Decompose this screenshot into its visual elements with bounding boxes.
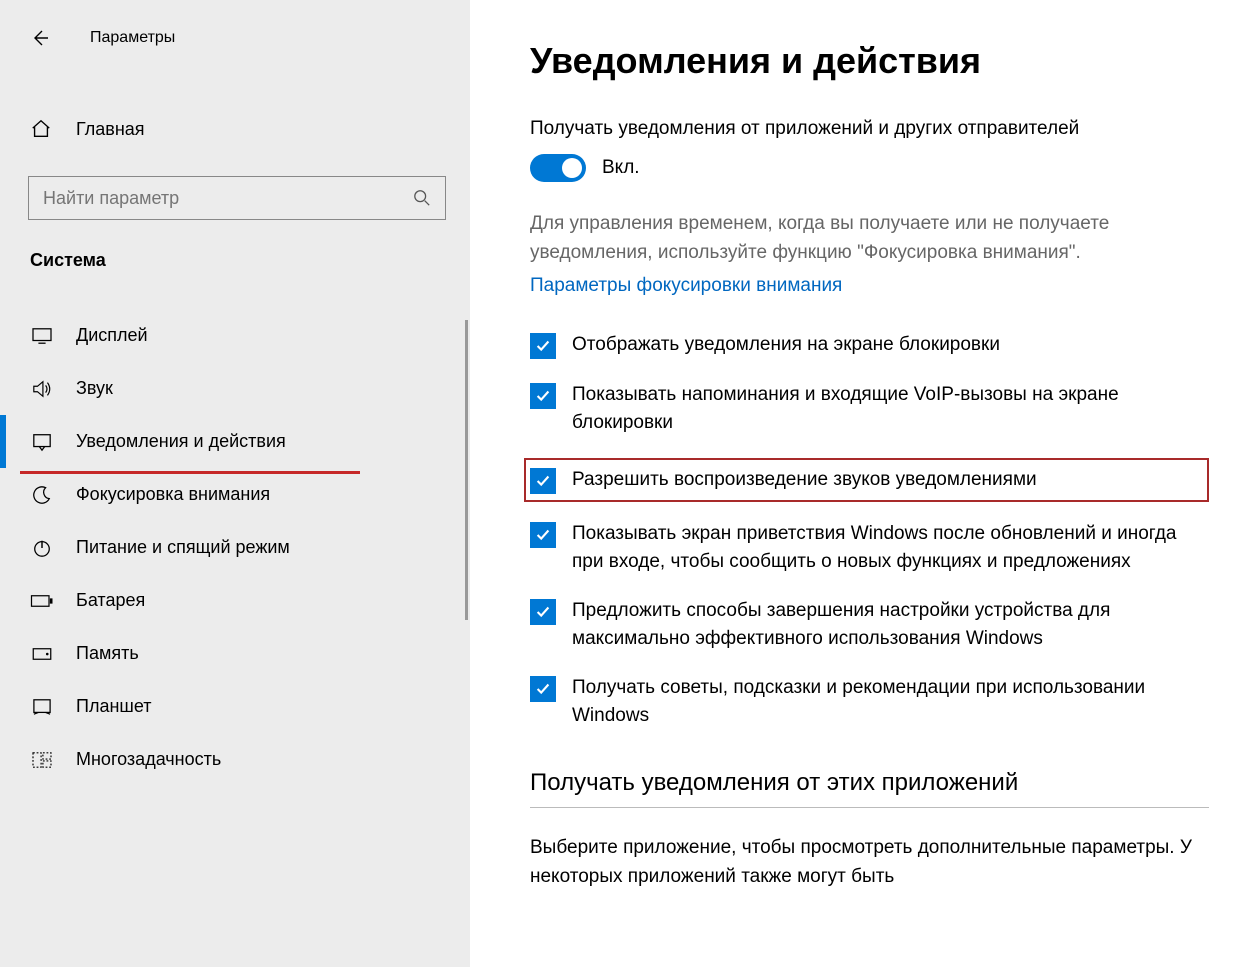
nav-power[interactable]: Питание и спящий режим <box>0 521 470 574</box>
notifications-toggle[interactable] <box>530 154 586 182</box>
nav-label: Многозадачность <box>76 749 221 770</box>
notifications-toggle-block: Получать уведомления от приложений и дру… <box>530 118 1209 182</box>
back-button[interactable] <box>20 18 60 58</box>
checkbox[interactable] <box>530 599 556 625</box>
scrollbar[interactable] <box>465 320 468 620</box>
home-nav[interactable]: Главная <box>0 108 470 150</box>
checkbox-label: Получать советы, подсказки и рекомендаци… <box>572 674 1209 729</box>
search-box[interactable] <box>28 176 446 220</box>
nav-multitask[interactable]: Многозадачность <box>0 733 470 786</box>
nav-label: Фокусировка внимания <box>76 484 270 505</box>
multitask-icon <box>30 751 54 769</box>
nav-label: Питание и спящий режим <box>76 537 290 558</box>
nav-sound[interactable]: Звук <box>0 362 470 415</box>
toggle-title: Получать уведомления от приложений и дру… <box>530 118 1209 140</box>
sound-icon <box>30 379 54 399</box>
checkbox-welcome: Показывать экран приветствия Windows пос… <box>530 520 1209 575</box>
nav-battery[interactable]: Батарея <box>0 574 470 627</box>
nav-label: Уведомления и действия <box>76 431 286 452</box>
checkbox-tips: Получать советы, подсказки и рекомендаци… <box>530 674 1209 729</box>
checkbox-list: Отображать уведомления на экране блокиро… <box>530 331 1209 729</box>
tablet-icon <box>30 698 54 716</box>
focus-settings-link[interactable]: Параметры фокусировки внимания <box>530 275 842 297</box>
toggle-row: Вкл. <box>530 154 1209 182</box>
checkbox[interactable] <box>530 522 556 548</box>
storage-icon <box>30 647 54 661</box>
search-input[interactable] <box>43 188 413 209</box>
nav-storage[interactable]: Память <box>0 627 470 680</box>
checkbox-label: Показывать напоминания и входящие VoIP-в… <box>572 381 1209 436</box>
checkbox[interactable] <box>530 676 556 702</box>
moon-icon <box>30 485 54 505</box>
app-title: Параметры <box>90 29 175 47</box>
focus-help-text: Для управления временем, когда вы получа… <box>530 210 1209 267</box>
sidebar: Параметры Главная Система Дисплей Звук У… <box>0 0 470 967</box>
checkbox-setup: Предложить способы завершения настройки … <box>530 597 1209 652</box>
sidebar-header: Параметры <box>0 0 470 76</box>
nav-label: Звук <box>76 378 113 399</box>
checkbox[interactable] <box>530 333 556 359</box>
notification-icon <box>30 432 54 452</box>
checkbox-sounds: Разрешить воспроизведение звуков уведомл… <box>524 458 1209 502</box>
toggle-state: Вкл. <box>602 157 640 179</box>
search-icon <box>413 189 431 207</box>
nav-label: Планшет <box>76 696 152 717</box>
nav-display[interactable]: Дисплей <box>0 309 470 362</box>
checkbox[interactable] <box>530 468 556 494</box>
page-title: Уведомления и действия <box>530 40 1209 82</box>
nav-notifications[interactable]: Уведомления и действия <box>0 415 470 468</box>
apps-section-desc: Выберите приложение, чтобы просмотреть д… <box>530 834 1209 891</box>
home-label: Главная <box>76 119 145 140</box>
checkbox-lockscreen: Отображать уведомления на экране блокиро… <box>530 331 1209 359</box>
checkbox-label: Отображать уведомления на экране блокиро… <box>572 331 1000 359</box>
toggle-thumb <box>562 158 582 178</box>
main-content: Уведомления и действия Получать уведомле… <box>470 0 1259 967</box>
checkbox-label: Разрешить воспроизведение звуков уведомл… <box>572 466 1037 494</box>
apps-section-title: Получать уведомления от этих приложений <box>530 769 1209 808</box>
nav-label: Батарея <box>76 590 145 611</box>
home-icon <box>30 118 54 140</box>
nav-focus[interactable]: Фокусировка внимания <box>0 468 470 521</box>
battery-icon <box>30 594 54 608</box>
checkbox-voip: Показывать напоминания и входящие VoIP-в… <box>530 381 1209 436</box>
checkbox-label: Предложить способы завершения настройки … <box>572 597 1209 652</box>
sidebar-section-header: Система <box>0 220 470 281</box>
nav-tablet[interactable]: Планшет <box>0 680 470 733</box>
checkbox[interactable] <box>530 383 556 409</box>
search-wrap <box>28 176 450 220</box>
display-icon <box>30 327 54 345</box>
nav-list: Дисплей Звук Уведомления и действия Фоку… <box>0 309 470 786</box>
power-icon <box>30 538 54 558</box>
arrow-left-icon <box>30 28 50 48</box>
nav-label: Память <box>76 643 139 664</box>
nav-label: Дисплей <box>76 325 148 346</box>
checkbox-label: Показывать экран приветствия Windows пос… <box>572 520 1209 575</box>
